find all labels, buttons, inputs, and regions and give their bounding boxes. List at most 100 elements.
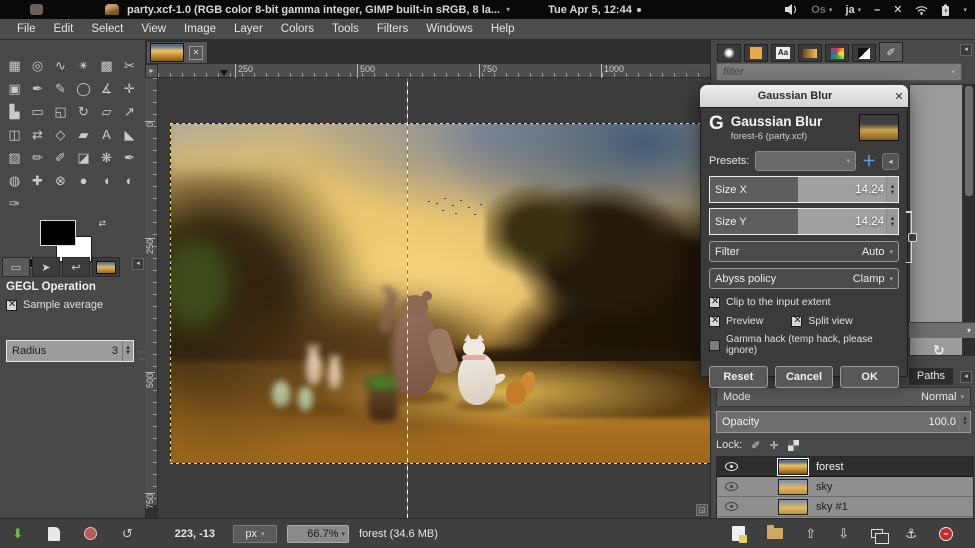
tool-button[interactable]: ▣ [3,77,26,100]
minimize-button[interactable]: – [874,4,880,16]
delete-layer-button[interactable]: − [939,527,953,541]
preview-checkbox[interactable] [709,316,720,327]
layer-row[interactable]: forest [717,457,973,477]
tool-button[interactable]: ✚ [26,169,49,192]
right-dock-tab[interactable] [744,44,768,62]
tool-button[interactable]: ✐ [49,146,72,169]
scrollbar-thumb[interactable] [965,86,973,196]
ruler-corner-button[interactable]: ▸ [145,64,158,78]
right-dock-tab[interactable] [798,44,822,62]
layer-row[interactable]: sky [717,477,973,497]
tool-button[interactable]: ∿ [49,54,72,77]
menu-item[interactable]: View [132,21,175,37]
tool-button[interactable]: ◇ [49,123,72,146]
left-dock-tab[interactable]: ↩ [62,257,90,277]
size-x-spinner[interactable]: ▲▼ [886,177,898,202]
dialog-close-icon[interactable]: ✕ [890,90,908,103]
tool-button[interactable]: ◍ [3,169,26,192]
right-dock-tab[interactable]: ✐ [879,42,903,62]
menu-item[interactable]: Edit [45,21,83,37]
save-preset-icon[interactable]: ⬇ [12,526,23,542]
tool-button[interactable]: ❋ [95,146,118,169]
volume-icon[interactable] [785,4,798,15]
left-dock-tab[interactable]: ➤ [32,257,60,277]
tab-paths[interactable]: Paths [909,368,953,385]
dialog-title-bar[interactable]: Gaussian Blur ✕ [700,85,908,107]
keyboard-layout[interactable]: ja▾ [845,4,861,16]
wifi-icon[interactable] [915,5,928,15]
right-dock-tab[interactable]: Aa [771,44,795,62]
close-button[interactable]: ✕ [893,3,902,16]
swap-colors-icon[interactable]: ⇄ [98,218,106,229]
tool-button[interactable]: ✑ [3,192,26,215]
menu-item[interactable]: File [8,21,45,37]
opacity-slider[interactable]: Opacity 100.0 ▲▼ [716,411,971,433]
tool-button[interactable]: ✂ [118,54,141,77]
dialog-button[interactable]: Cancel [775,366,834,388]
size-y-spinner[interactable]: ▲▼ [886,209,898,234]
tool-button[interactable]: ▭ [26,100,49,123]
size-y-value[interactable]: 14.24 [798,209,886,234]
unit-select[interactable]: px▾ [233,525,277,543]
lock-pixels-icon[interactable]: ✐ [751,439,760,452]
reset-icon[interactable]: ↺ [122,526,133,542]
horizontal-ruler[interactable]: 2505007501000 [158,64,710,78]
sample-average-checkbox[interactable] [6,300,17,311]
raise-layer-button[interactable]: ⇧ [805,526,816,542]
tool-button[interactable]: ▰ [72,123,95,146]
menu-item[interactable]: Select [82,21,132,37]
tool-button[interactable]: ▩ [95,54,118,77]
preset-menu-button[interactable]: ◂ [882,153,899,170]
filter-select[interactable]: Filter Auto ▾ [709,241,899,262]
tool-button[interactable]: ◖ [95,169,118,192]
dialog-button[interactable]: OK [840,366,899,388]
visibility-eye-icon[interactable] [725,462,738,471]
new-group-button[interactable] [767,528,783,539]
zoom-select[interactable]: 66.7%▾ [287,525,349,543]
battery-icon[interactable] [941,4,950,16]
preset-filter-input[interactable]: filter ▾ [716,63,962,81]
tool-button[interactable]: ▱ [95,100,118,123]
opacity-spinner[interactable]: ▲▼ [959,412,970,432]
layer-mode-select[interactable]: Mode Normal ▾ [716,387,971,407]
delete-preset-icon[interactable] [84,527,97,540]
new-preset-icon[interactable] [48,527,60,541]
visibility-eye-icon[interactable] [725,482,738,491]
tool-button[interactable]: A [95,123,118,146]
canvas-viewport[interactable]: ◲ [158,78,710,518]
menu-item[interactable]: Layer [225,21,272,37]
menu-item[interactable]: Image [175,21,225,37]
painting-image[interactable] [170,123,710,463]
tool-button[interactable]: ✴ [72,54,95,77]
lock-alpha-icon[interactable] [788,440,799,451]
tool-button[interactable]: ⊗ [49,169,72,192]
tool-button[interactable]: ● [72,169,95,192]
tool-button[interactable]: ◎ [26,54,49,77]
size-x-slider[interactable]: Size X 14.24 ▲▼ [709,176,899,203]
refresh-icon[interactable]: ↻ [933,342,945,359]
add-preset-icon[interactable]: ＋ [862,151,876,171]
size-y-slider[interactable]: Size Y 14.24 ▲▼ [709,208,899,235]
new-layer-button[interactable] [732,526,745,541]
window-menu-caret-icon[interactable]: ▾ [506,5,510,14]
tool-button[interactable]: ▦ [3,54,26,77]
clock[interactable]: Tue Apr 5, 12:44 [548,4,632,16]
tool-button[interactable]: ◪ [72,146,95,169]
right-dock-tab[interactable] [852,44,876,62]
tool-button[interactable]: ✎ [49,77,72,100]
tool-button[interactable]: ✒ [118,146,141,169]
lock-position-icon[interactable]: ✛ [770,439,779,452]
sample-average-row[interactable]: Sample average [0,296,145,314]
radius-spinner[interactable]: ▲▼ [122,341,133,361]
tray-dim-item[interactable]: Os▾ [811,4,832,16]
menu-item[interactable]: Tools [323,21,368,37]
visibility-eye-icon[interactable] [725,502,738,511]
dock-collapse-button[interactable]: ◂ [132,258,144,270]
layer-row[interactable]: sky #1 [717,497,973,517]
right-dock-tab[interactable] [717,44,741,62]
tool-button[interactable]: ◱ [49,100,72,123]
foreground-color-swatch[interactable] [40,220,76,246]
left-dock-tab[interactable]: ▭ [2,257,30,277]
abyss-policy-select[interactable]: Abyss policy Clamp ▾ [709,268,899,289]
menu-item[interactable]: Windows [417,21,482,37]
